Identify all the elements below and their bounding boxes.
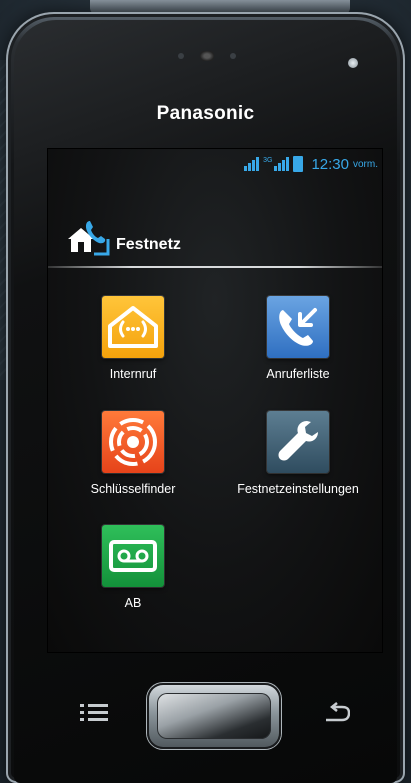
section-header: Festnetz xyxy=(66,217,181,257)
home-button[interactable] xyxy=(147,683,281,749)
app-anruferliste[interactable]: Anruferliste xyxy=(213,296,383,381)
app-label: Internruf xyxy=(109,367,157,381)
status-ampm: vorm. xyxy=(353,158,378,170)
app-label: AB xyxy=(124,596,142,610)
signal-icon xyxy=(244,157,260,171)
back-icon[interactable] xyxy=(322,701,350,725)
proximity-sensor xyxy=(348,58,358,68)
app-schluesselfinder[interactable]: Schlüsselfinder xyxy=(48,411,218,496)
signal-3g-icon: 3G xyxy=(263,157,290,171)
status-time: 12:30 xyxy=(311,155,349,173)
key-finder-icon xyxy=(102,411,164,473)
network-badge: 3G xyxy=(263,157,273,164)
app-label: Festnetzeinstellungen xyxy=(237,482,359,496)
app-ab[interactable]: AB xyxy=(48,525,218,610)
app-label: Anruferliste xyxy=(266,367,330,381)
battery-icon xyxy=(293,156,304,172)
app-festnetzeinstellungen[interactable]: Festnetzeinstellungen xyxy=(213,411,383,496)
brand-logo: Panasonic xyxy=(156,103,255,124)
earpiece-speaker xyxy=(178,50,236,62)
section-divider xyxy=(48,266,382,268)
call-log-icon xyxy=(267,296,329,358)
intercom-house-icon xyxy=(102,296,164,358)
wrench-icon xyxy=(267,411,329,473)
home-button-surface xyxy=(157,693,271,739)
app-label: Schlüsselfinder xyxy=(90,482,176,496)
section-title: Festnetz xyxy=(116,236,181,253)
menu-icon[interactable] xyxy=(80,702,108,724)
voicemail-icon xyxy=(102,525,164,587)
home-phone-icon xyxy=(68,221,110,256)
screen: 3G 12:30 vorm. Festnetz Internruf Anrufe… xyxy=(47,148,383,653)
status-bar: 3G 12:30 vorm. xyxy=(244,153,378,175)
app-internruf[interactable]: Internruf xyxy=(48,296,218,381)
